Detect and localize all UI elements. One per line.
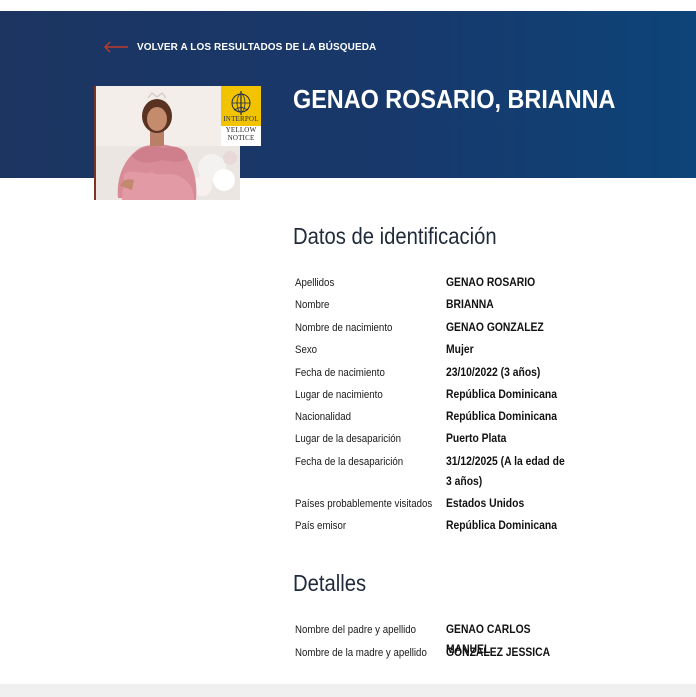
identification-heading: Datos de identificación	[293, 223, 497, 249]
person-name-title: GENAO ROSARIO, BRIANNA	[293, 84, 616, 114]
row-label: Países probablemente visitados	[295, 498, 433, 510]
row-value: BRIANNA	[446, 299, 494, 311]
badge-org-text: INTERPOL	[223, 115, 259, 123]
yellow-notice-badge: INTERPOL YELLOW NOTICE	[221, 86, 261, 146]
row-value: Puerto Plata	[446, 433, 507, 445]
row-value: República Dominicana	[446, 411, 558, 423]
row-label: Apellidos	[295, 277, 335, 289]
row-value: 31/12/2025 (A la edad de 3 años)	[446, 456, 565, 488]
row-label: Sexo	[295, 344, 318, 356]
row-value: Estados Unidos	[446, 498, 525, 510]
photo-image	[94, 86, 240, 200]
back-link-label: VOLVER A LOS RESULTADOS DE LA BÚSQUEDA	[137, 41, 377, 53]
row-label: Nombre del padre y apellido	[295, 624, 417, 636]
row-label: Nombre de nacimiento	[295, 322, 393, 334]
badge-notice-type: YELLOW NOTICE	[221, 126, 261, 146]
row-label: País emisor	[295, 520, 347, 532]
top-strip	[0, 0, 696, 11]
row-label: Fecha de la desaparición	[295, 456, 404, 468]
row-label: Lugar de nacimiento	[295, 389, 383, 401]
row-value: República Dominicana	[446, 520, 558, 532]
row-value: 23/10/2022 (3 años)	[446, 367, 541, 379]
row-label: Nombre de la madre y apellido	[295, 647, 427, 659]
person-photo[interactable]	[94, 86, 240, 200]
badge-line-2: NOTICE	[227, 134, 255, 142]
row-value: República Dominicana	[446, 389, 558, 401]
row-label: Nombre	[295, 299, 330, 311]
row-label: Nacionalidad	[295, 411, 351, 423]
row-label: Fecha de nacimiento	[295, 367, 385, 379]
page-footer-strip	[0, 684, 696, 697]
details-heading: Detalles	[293, 570, 367, 596]
row-value: Mujer	[446, 344, 474, 356]
row-value: GONZALEZ JESSICA	[446, 647, 551, 659]
row-label: Lugar de la desaparición	[295, 433, 402, 445]
back-to-results-link[interactable]: VOLVER A LOS RESULTADOS DE LA BÚSQUEDA	[103, 40, 376, 54]
row-value: GENAO ROSARIO	[446, 277, 536, 289]
row-value: GENAO GONZALEZ	[446, 322, 544, 334]
badge-line-1: YELLOW	[225, 126, 257, 134]
arrow-left-icon	[104, 41, 128, 53]
